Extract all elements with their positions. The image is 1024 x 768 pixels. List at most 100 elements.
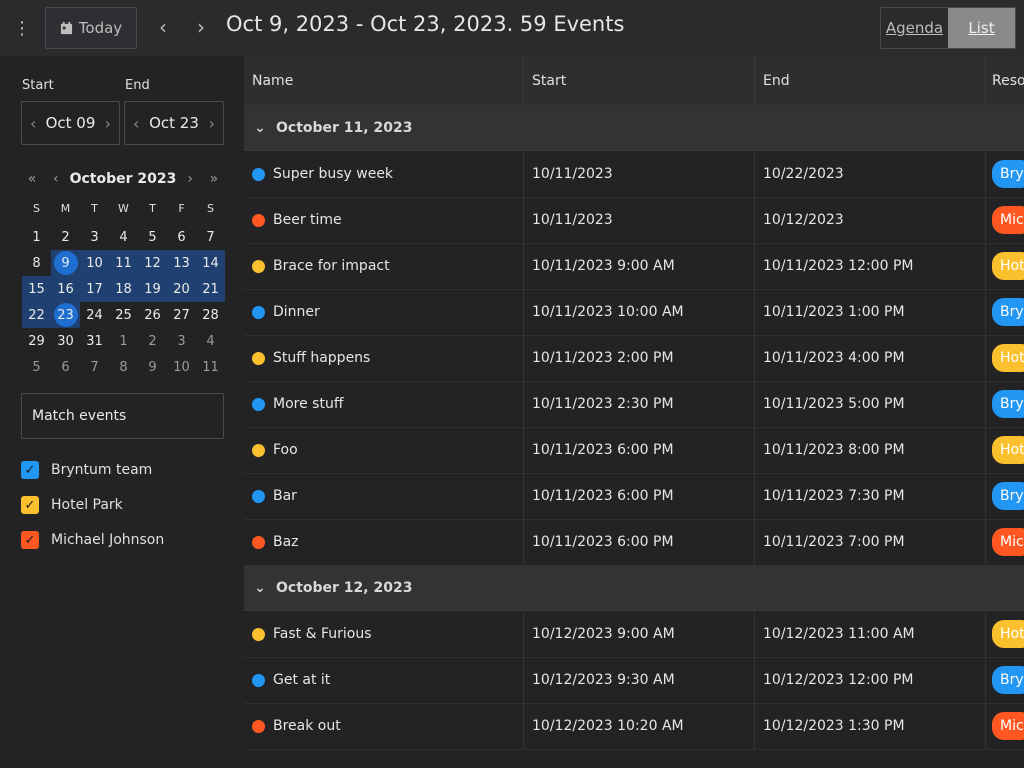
calendar-day[interactable]: 2 <box>138 328 167 354</box>
resource-filter-hotel-park[interactable]: ✓ Hotel Park <box>21 495 123 515</box>
calendar-day[interactable]: 9 <box>51 250 80 276</box>
event-name-cell[interactable]: Foo <box>244 427 524 473</box>
event-name-cell[interactable]: Baz <box>244 519 524 565</box>
chevron-right-icon[interactable]: › <box>105 114 111 133</box>
checkbox-checked-icon[interactable]: ✓ <box>21 496 39 514</box>
event-row[interactable]: Baz 10/11/2023 6:00 PM 10/11/2023 7:00 PM M… <box>244 519 1024 566</box>
resource-badge[interactable]: Bry <box>992 160 1024 188</box>
chevron-right-icon[interactable]: › <box>209 114 215 133</box>
event-row[interactable]: Super busy week 10/11/2023 10/22/2023 Bry <box>244 151 1024 198</box>
calendar-day[interactable]: 12 <box>138 250 167 276</box>
calendar-day[interactable]: 25 <box>109 302 138 328</box>
calendar-day[interactable]: 1 <box>22 224 51 250</box>
event-name-cell[interactable]: Bar <box>244 473 524 519</box>
calendar-day[interactable]: 4 <box>109 224 138 250</box>
calendar-day[interactable]: 7 <box>196 224 225 250</box>
match-events-input[interactable]: Match events <box>21 393 224 439</box>
calendar-day[interactable]: 18 <box>109 276 138 302</box>
previous-range-button[interactable]: ‹ <box>149 10 177 44</box>
event-row[interactable]: Dinner 10/11/2023 10:00 AM 10/11/2023 1:00… <box>244 289 1024 336</box>
column-header-start[interactable]: Start <box>524 56 755 105</box>
calendar-day[interactable]: 9 <box>138 354 167 380</box>
calendar-day[interactable]: 20 <box>167 276 196 302</box>
resource-badge[interactable]: Hot <box>992 344 1024 372</box>
start-date-field[interactable]: ‹ Oct 09 › <box>21 101 120 145</box>
event-name-cell[interactable]: Brace for impact <box>244 243 524 289</box>
column-header-end[interactable]: End <box>755 56 986 105</box>
calendar-day[interactable]: 3 <box>80 224 109 250</box>
checkbox-checked-icon[interactable]: ✓ <box>21 531 39 549</box>
event-name-cell[interactable]: Stuff happens <box>244 335 524 381</box>
calendar-day[interactable]: 26 <box>138 302 167 328</box>
calendar-day[interactable]: 10 <box>167 354 196 380</box>
calendar-day[interactable]: 29 <box>22 328 51 354</box>
calendar-day[interactable]: 10 <box>80 250 109 276</box>
calendar-day[interactable]: 31 <box>80 328 109 354</box>
event-row[interactable]: More stuff 10/11/2023 2:30 PM 10/11/2023 5… <box>244 381 1024 428</box>
event-row[interactable]: Get at it 10/12/2023 9:30 AM 10/12/2023 12… <box>244 657 1024 704</box>
next-month-icon[interactable]: › <box>180 171 200 187</box>
calendar-day[interactable]: 6 <box>167 224 196 250</box>
chevron-left-icon[interactable]: ‹ <box>30 114 36 133</box>
resource-badge[interactable]: Bry <box>992 390 1024 418</box>
column-header-name[interactable]: Name <box>244 56 524 105</box>
calendar-day[interactable]: 5 <box>22 354 51 380</box>
view-agenda-button[interactable]: Agenda <box>881 8 948 48</box>
calendar-day[interactable]: 4 <box>196 328 225 354</box>
resource-badge[interactable]: Bry <box>992 482 1024 510</box>
resource-filter-bryntum-team[interactable]: ✓ Bryntum team <box>21 460 152 480</box>
resource-badge[interactable]: Hot <box>992 252 1024 280</box>
event-name-cell[interactable]: Fast & Furious <box>244 611 524 657</box>
column-header-resource[interactable]: Reso <box>986 56 1024 105</box>
today-button[interactable]: Today <box>45 7 137 49</box>
calendar-day[interactable]: 19 <box>138 276 167 302</box>
group-header[interactable]: ⌄ October 12, 2023 <box>244 565 1024 611</box>
calendar-day[interactable]: 16 <box>51 276 80 302</box>
calendar-day[interactable]: 11 <box>109 250 138 276</box>
previous-year-icon[interactable]: « <box>22 171 42 187</box>
calendar-day[interactable]: 23 <box>51 302 80 328</box>
event-row[interactable]: Break out 10/12/2023 10:20 AM 10/12/2023 1… <box>244 703 1024 750</box>
previous-month-icon[interactable]: ‹ <box>46 171 66 187</box>
end-date-field[interactable]: ‹ Oct 23 › <box>124 101 224 145</box>
event-row[interactable]: Brace for impact 10/11/2023 9:00 AM 10/11/… <box>244 243 1024 290</box>
next-range-button[interactable]: › <box>187 10 215 44</box>
next-year-icon[interactable]: » <box>204 171 224 187</box>
event-row[interactable]: Stuff happens 10/11/2023 2:00 PM 10/11/202… <box>244 335 1024 382</box>
calendar-day[interactable]: 5 <box>138 224 167 250</box>
calendar-day[interactable]: 8 <box>22 250 51 276</box>
resource-badge[interactable]: Hot <box>992 436 1024 464</box>
resource-badge[interactable]: Hot <box>992 620 1024 648</box>
resource-badge[interactable]: Mic <box>992 206 1024 234</box>
event-name-cell[interactable]: Get at it <box>244 657 524 703</box>
calendar-day[interactable]: 13 <box>167 250 196 276</box>
event-row[interactable]: Fast & Furious 10/12/2023 9:00 AM 10/12/20… <box>244 611 1024 658</box>
calendar-day[interactable]: 17 <box>80 276 109 302</box>
event-row[interactable]: Bar 10/11/2023 6:00 PM 10/11/2023 7:30 PM B… <box>244 473 1024 520</box>
chevron-down-icon[interactable]: ⌄ <box>244 580 276 596</box>
resource-badge[interactable]: Mic <box>992 528 1024 556</box>
calendar-day[interactable]: 8 <box>109 354 138 380</box>
calendar-day[interactable]: 28 <box>196 302 225 328</box>
chevron-left-icon[interactable]: ‹ <box>133 114 139 133</box>
resource-badge[interactable]: Bry <box>992 298 1024 326</box>
calendar-day[interactable]: 27 <box>167 302 196 328</box>
checkbox-checked-icon[interactable]: ✓ <box>21 461 39 479</box>
resource-badge[interactable]: Bry <box>992 666 1024 694</box>
event-name-cell[interactable]: Beer time <box>244 197 524 243</box>
event-name-cell[interactable]: Super busy week <box>244 151 524 197</box>
calendar-day[interactable]: 30 <box>51 328 80 354</box>
calendar-day[interactable]: 2 <box>51 224 80 250</box>
calendar-day[interactable]: 1 <box>109 328 138 354</box>
event-row[interactable]: Beer time 10/11/2023 10/12/2023 Mic <box>244 197 1024 244</box>
resource-badge[interactable]: Mic <box>992 712 1024 740</box>
event-row[interactable]: Foo 10/11/2023 6:00 PM 10/11/2023 8:00 PM H… <box>244 427 1024 474</box>
calendar-day[interactable]: 14 <box>196 250 225 276</box>
calendar-day[interactable]: 6 <box>51 354 80 380</box>
view-list-button[interactable]: List <box>948 8 1015 48</box>
calendar-day[interactable]: 15 <box>22 276 51 302</box>
calendar-day[interactable]: 3 <box>167 328 196 354</box>
group-header[interactable]: ⌄ October 11, 2023 <box>244 105 1024 151</box>
chevron-down-icon[interactable]: ⌄ <box>244 120 276 136</box>
calendar-day[interactable]: 22 <box>22 302 51 328</box>
